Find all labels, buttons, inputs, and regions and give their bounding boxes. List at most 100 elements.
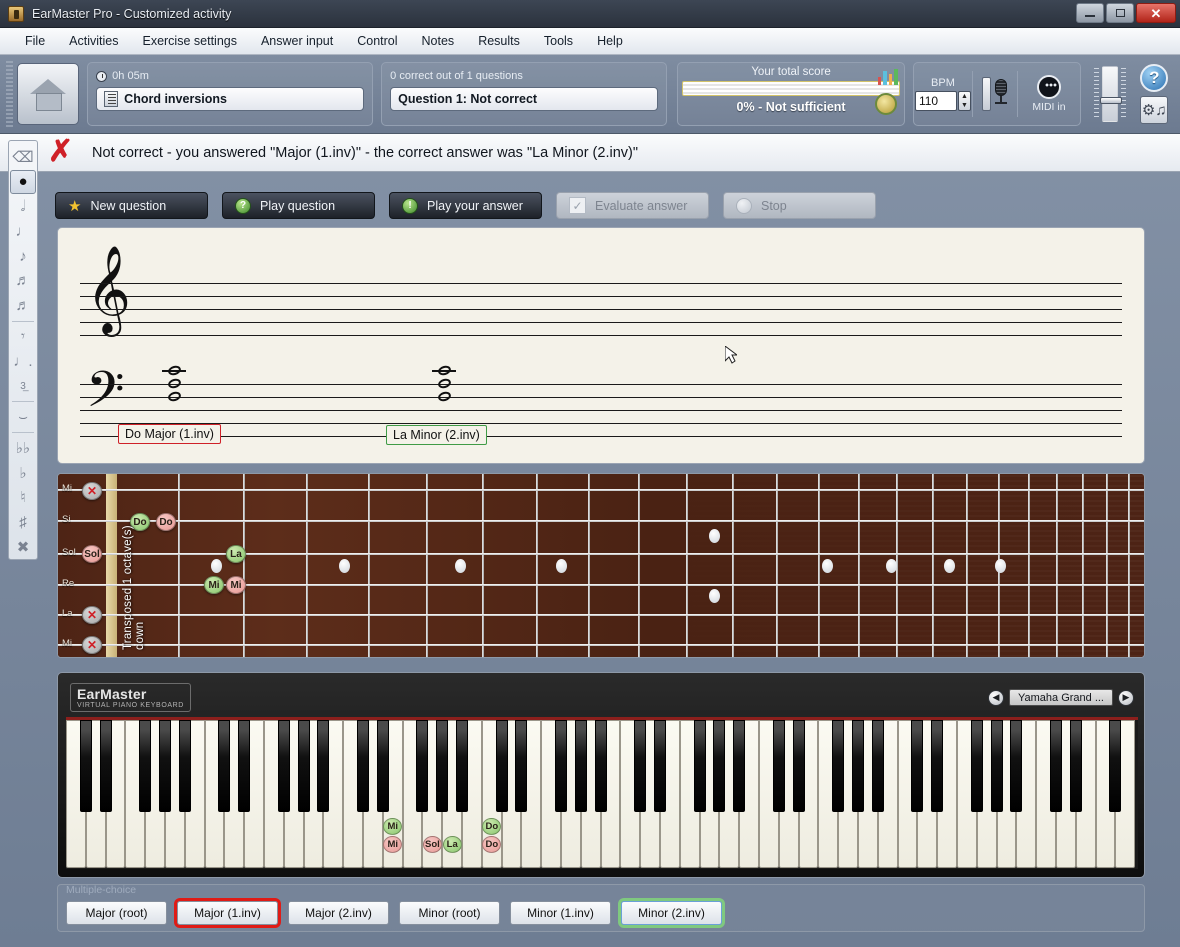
guitar-string [58, 614, 1144, 616]
home-button[interactable] [17, 63, 80, 125]
piano-black-key[interactable] [852, 720, 864, 812]
close-button[interactable]: ✕ [1136, 3, 1176, 23]
double-sharp-icon[interactable]: ✖ [10, 535, 36, 559]
whole-note-icon[interactable]: ● [10, 169, 36, 194]
piano-black-key[interactable] [772, 720, 785, 812]
activity-panel: 0h 05m Chord inversions [87, 62, 374, 126]
piano-black-key[interactable] [178, 720, 191, 812]
piano-black-key[interactable] [436, 720, 449, 812]
piano-black-key[interactable] [1050, 720, 1062, 812]
maximize-button[interactable] [1106, 3, 1134, 23]
piano-keybed[interactable]: Mi Mi Sol La Do Do [66, 717, 1138, 869]
volume-slider[interactable] [1099, 66, 1122, 122]
piano-black-key[interactable] [832, 720, 845, 812]
sharp-icon[interactable]: ♯ [10, 510, 36, 534]
piano-black-key[interactable] [317, 720, 330, 812]
choice-minor-2inv[interactable]: Minor (2.inv) [621, 901, 722, 925]
piano-black-key[interactable] [495, 720, 508, 812]
medal-icon[interactable] [874, 93, 897, 115]
triplet-icon[interactable]: 3̲ [10, 374, 36, 398]
piano-black-key[interactable] [594, 720, 607, 812]
tie-icon[interactable]: ⌣ [10, 405, 36, 429]
piano-black-key[interactable] [238, 720, 251, 812]
double-flat-icon[interactable]: ♭♭ [10, 436, 36, 460]
master-volume[interactable] [1091, 62, 1129, 126]
piano-black-key[interactable] [990, 720, 1003, 812]
choice-minor-1inv[interactable]: Minor (1.inv) [510, 901, 611, 925]
fret-inlay [455, 559, 466, 573]
piano-black-key[interactable] [1109, 720, 1122, 812]
minimize-button[interactable] [1076, 3, 1104, 23]
piano-black-key[interactable] [574, 720, 587, 812]
piano-black-key[interactable] [139, 720, 152, 812]
piano-black-key[interactable] [713, 720, 726, 812]
piano-black-key[interactable] [792, 720, 805, 812]
choice-major-2inv[interactable]: Major (2.inv) [288, 901, 389, 925]
microphone-control[interactable] [973, 77, 1017, 111]
notation-staff-panel[interactable]: 𝄞 𝄢 Do Major (1.inv) La Minor (2.inv) [57, 227, 1145, 464]
menu-item-control[interactable]: Control [346, 30, 408, 52]
flat-icon[interactable]: ♭ [10, 461, 36, 485]
piano-black-key[interactable] [99, 720, 112, 812]
piano-black-key[interactable] [515, 720, 528, 812]
piano-black-key[interactable] [357, 720, 369, 812]
guitar-fretboard[interactable]: Mi Si Sol Re La Mi ✕ Do Do Sol La Mi Mi … [57, 473, 1145, 658]
menu-item-results[interactable]: Results [467, 30, 531, 52]
rest-icon[interactable]: 𝄾 [10, 325, 36, 349]
menu-item-tools[interactable]: Tools [533, 30, 584, 52]
quarter-note-icon[interactable]: ♩ [10, 219, 36, 243]
half-note-icon[interactable]: 𝅗𝅥 [10, 195, 36, 219]
menu-item-exercise-settings[interactable]: Exercise settings [131, 30, 247, 52]
eighth-note-icon[interactable]: ♪ [10, 244, 36, 268]
piano-black-key[interactable] [456, 720, 468, 812]
instrument-name[interactable]: Yamaha Grand ... [1009, 689, 1113, 706]
dotted-note-icon[interactable]: ♩. [10, 350, 36, 374]
piano-black-key[interactable] [297, 720, 310, 812]
menu-item-file[interactable]: File [14, 30, 56, 52]
menu-item-answer-input[interactable]: Answer input [250, 30, 344, 52]
thirtysecond-note-icon[interactable]: ♬ [10, 294, 36, 318]
piano-black-key[interactable] [277, 720, 290, 812]
play-your-answer-button[interactable]: ! Play your answer [389, 192, 542, 219]
choice-minor-root[interactable]: Minor (root) [399, 901, 500, 925]
eraser-icon[interactable]: ⌫ [10, 145, 36, 169]
piano-black-key[interactable] [1010, 720, 1023, 812]
piano-black-key[interactable] [416, 720, 429, 812]
menu-item-notes[interactable]: Notes [411, 30, 466, 52]
piano-black-key[interactable] [376, 720, 389, 812]
volume-thumb[interactable] [1099, 97, 1122, 104]
piano-black-key[interactable] [218, 720, 231, 812]
toolbar-grip[interactable] [6, 61, 14, 127]
piano-black-key[interactable] [871, 720, 884, 812]
piano-black-key[interactable] [911, 720, 924, 812]
sixteenth-note-icon[interactable]: ♬ [10, 269, 36, 293]
mic-level-slider[interactable] [981, 77, 991, 111]
piano-black-key[interactable] [634, 720, 647, 812]
choice-major-1inv[interactable]: Major (1.inv) [177, 901, 278, 925]
next-instrument-button[interactable]: ▶ [1118, 689, 1134, 706]
settings-notes-icon[interactable]: ⚙♫ [1140, 96, 1169, 124]
piano-black-key[interactable] [79, 720, 92, 812]
piano-black-key[interactable] [970, 720, 983, 812]
play-question-button[interactable]: ? Play question [222, 192, 375, 219]
piano-black-key[interactable] [159, 720, 171, 812]
choice-major-root[interactable]: Major (root) [66, 901, 167, 925]
bpm-stepper[interactable]: ▲ ▼ [957, 91, 971, 111]
piano-black-key[interactable] [1069, 720, 1082, 812]
piano-black-key[interactable] [931, 720, 944, 812]
statistics-icon[interactable] [877, 68, 898, 85]
help-icon[interactable]: ? [1140, 64, 1169, 92]
activity-field[interactable]: Chord inversions [96, 87, 365, 111]
new-question-button[interactable]: ★ New question [55, 192, 208, 219]
piano-black-key[interactable] [733, 720, 746, 812]
menu-item-help[interactable]: Help [586, 30, 634, 52]
piano-black-key[interactable] [555, 720, 567, 812]
menu-item-activities[interactable]: Activities [58, 30, 129, 52]
bpm-input[interactable]: 110 [914, 91, 957, 111]
prev-instrument-button[interactable]: ◀ [988, 689, 1004, 706]
natural-icon[interactable]: ♮ [10, 486, 36, 510]
midi-in-control[interactable]: MIDI in [1018, 75, 1080, 113]
piano-black-key[interactable] [654, 720, 666, 812]
piano-black-key[interactable] [693, 720, 706, 812]
virtual-piano-keyboard[interactable]: EarMaster VIRTUAL PIANO KEYBOARD ◀ Yamah… [57, 672, 1145, 878]
